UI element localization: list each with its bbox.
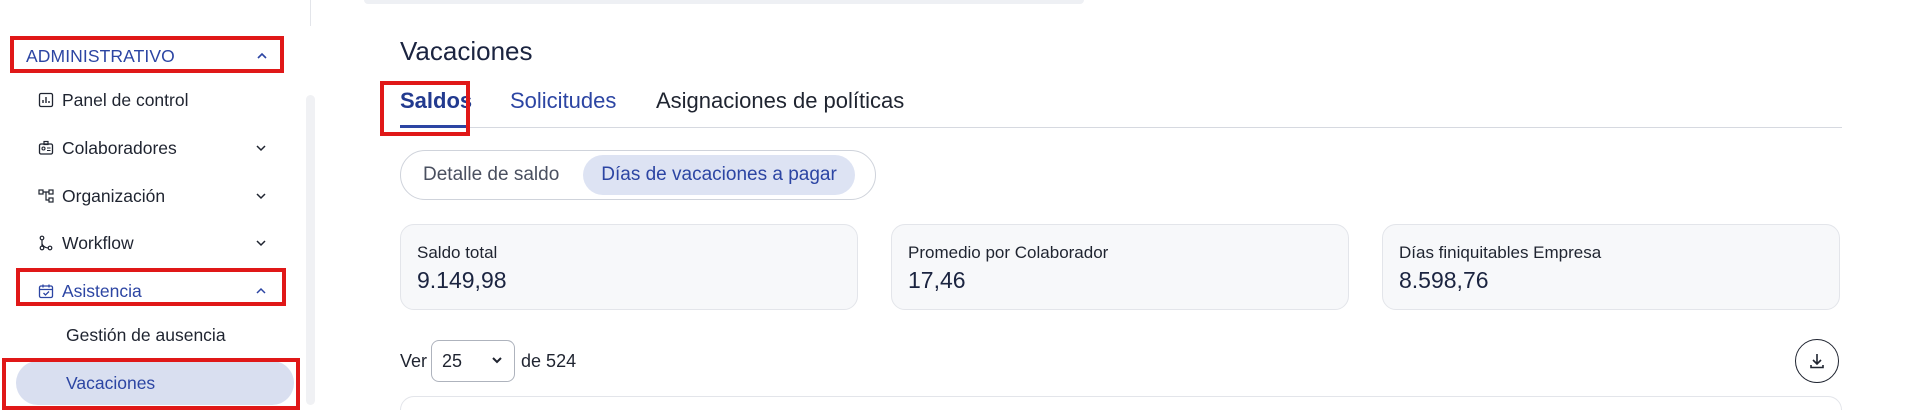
stat-card-promedio: Promedio por Colaborador 17,46 bbox=[891, 224, 1349, 310]
stat-card-saldo-total: Saldo total 9.149,98 bbox=[400, 224, 858, 310]
stat-card-dias-finiquitables: Días finiquitables Empresa 8.598,76 bbox=[1382, 224, 1840, 310]
stat-card-label: Saldo total bbox=[417, 243, 498, 262]
sidebar-section-label: ADMINISTRATIVO bbox=[26, 45, 175, 66]
calendar-check-icon bbox=[38, 283, 54, 299]
page-size-value: 25 bbox=[442, 350, 463, 371]
tab-saldos[interactable]: Saldos bbox=[400, 88, 472, 114]
top-strip bbox=[364, 0, 1084, 4]
sidebar-item-colaboradores[interactable]: Colaboradores bbox=[16, 128, 284, 168]
sidebar-subitem-gestion-de-ausencia[interactable]: Gestión de ausencia bbox=[66, 325, 226, 346]
pagination-control: Ver 25 de 524 bbox=[400, 340, 576, 382]
stat-card-value: 9.149,98 bbox=[417, 267, 507, 293]
sidebar-section-administrativo[interactable]: ADMINISTRATIVO bbox=[10, 38, 282, 74]
chevron-down-icon bbox=[254, 141, 268, 155]
pager-prefix: Ver bbox=[400, 350, 428, 371]
segment-dias-de-vacaciones-a-pagar[interactable]: Días de vacaciones a pagar bbox=[583, 155, 855, 195]
pager-total: de 524 bbox=[521, 350, 577, 371]
sidebar-item-label: Colaboradores bbox=[62, 137, 177, 158]
main-content: Vacaciones Saldos Solicitudes Asignacion… bbox=[316, 0, 1909, 410]
workflow-icon bbox=[38, 235, 54, 251]
sidebar-subitem-vacaciones[interactable]: Vacaciones bbox=[16, 361, 294, 405]
tab-bar: Saldos Solicitudes Asignaciones de polít… bbox=[400, 84, 1842, 128]
tab-asignaciones-de-politicas[interactable]: Asignaciones de políticas bbox=[656, 88, 904, 114]
sidebar-scrollbar[interactable] bbox=[306, 95, 315, 405]
segment-detalle-de-saldo[interactable]: Detalle de saldo bbox=[405, 155, 577, 195]
sidebar-subitem-label: Vacaciones bbox=[66, 372, 156, 393]
sidebar: ADMINISTRATIVO Panel de control Colabora… bbox=[0, 0, 316, 410]
sidebar-item-label: Panel de control bbox=[62, 89, 189, 110]
people-card-icon bbox=[38, 140, 54, 156]
tab-active-indicator bbox=[400, 125, 470, 128]
chevron-up-icon bbox=[254, 284, 268, 298]
sidebar-divider bbox=[310, 0, 311, 26]
tab-solicitudes[interactable]: Solicitudes bbox=[510, 88, 616, 114]
page-size-select[interactable]: 25 bbox=[431, 340, 516, 382]
sidebar-item-asistencia[interactable]: Asistencia bbox=[16, 271, 284, 311]
org-chart-icon bbox=[38, 188, 54, 204]
sidebar-item-panel-de-control[interactable]: Panel de control bbox=[16, 80, 284, 120]
chevron-down-icon bbox=[254, 236, 268, 250]
segmented-control: Detalle de saldo Días de vacaciones a pa… bbox=[400, 150, 876, 200]
sidebar-item-organizacion[interactable]: Organización bbox=[16, 176, 284, 216]
stat-card-value: 17,46 bbox=[908, 267, 966, 293]
chevron-down-icon bbox=[490, 351, 504, 372]
chevron-down-icon bbox=[254, 189, 268, 203]
download-icon bbox=[1810, 354, 1824, 369]
page-title: Vacaciones bbox=[400, 36, 533, 66]
bar-chart-icon bbox=[38, 92, 54, 108]
sidebar-item-label: Asistencia bbox=[62, 280, 142, 301]
sidebar-item-label: Workflow bbox=[62, 232, 134, 253]
download-button[interactable] bbox=[1795, 339, 1839, 383]
chevron-up-icon bbox=[256, 50, 268, 62]
sidebar-item-workflow[interactable]: Workflow bbox=[16, 223, 284, 263]
stat-card-label: Promedio por Colaborador bbox=[908, 243, 1109, 262]
sidebar-item-label: Organización bbox=[62, 185, 166, 206]
data-table bbox=[400, 396, 1842, 410]
stat-card-value: 8.598,76 bbox=[1399, 267, 1489, 293]
stat-card-label: Días finiquitables Empresa bbox=[1399, 243, 1602, 262]
